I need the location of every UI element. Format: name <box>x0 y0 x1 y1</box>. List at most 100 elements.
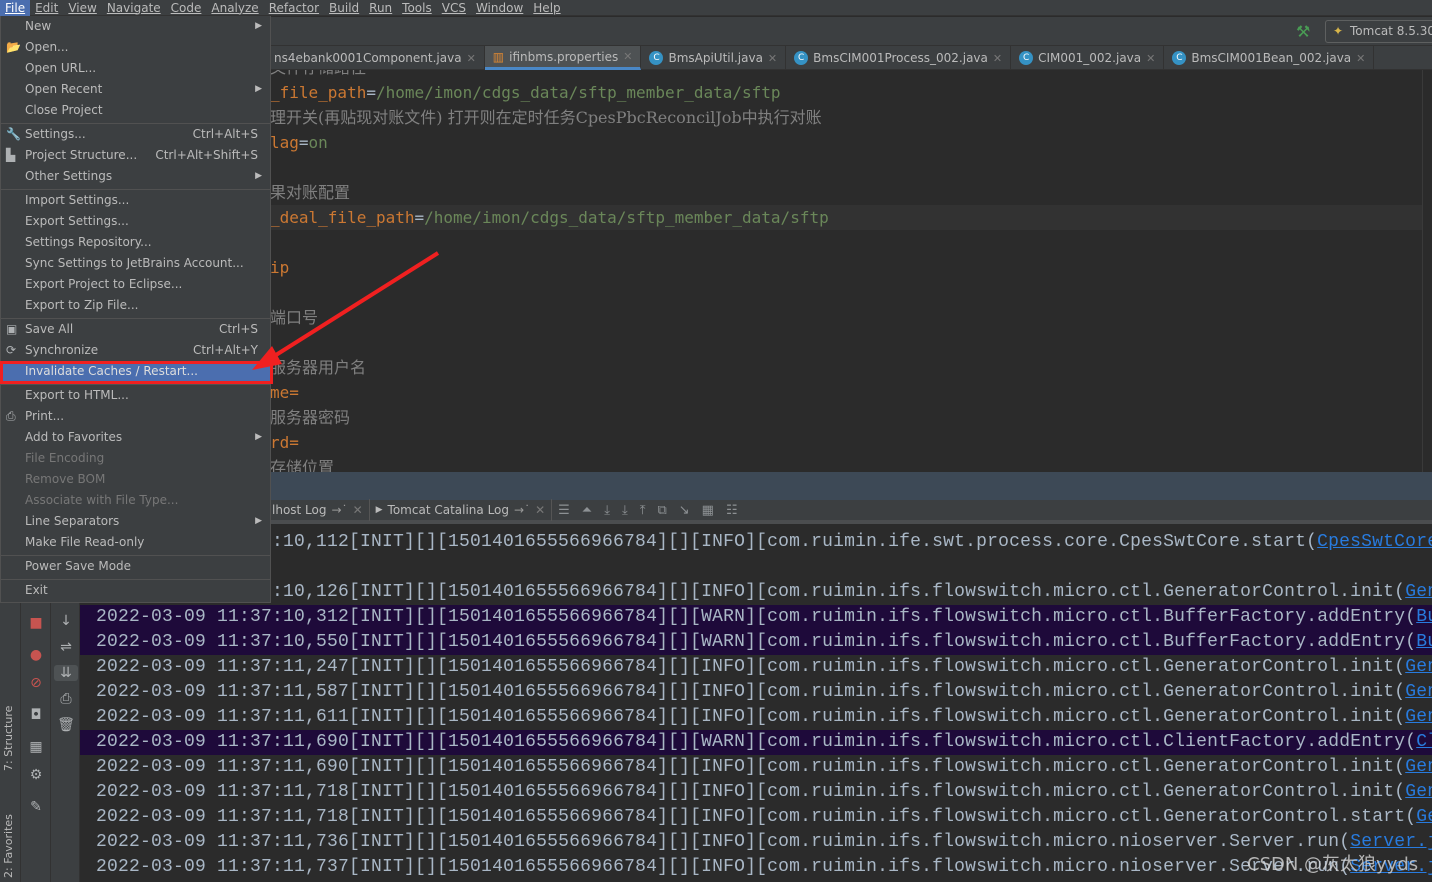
menu-item-open-recent[interactable]: Open Recent ▶ <box>1 79 270 100</box>
menu-item-settings[interactable]: 🔧 Settings... Ctrl+Alt+S <box>1 124 270 145</box>
menu-navigate[interactable]: Navigate <box>102 0 166 16</box>
menu-item-line-separators[interactable]: Line Separators ▶ <box>1 511 270 532</box>
menu-item-import-settings[interactable]: Import Settings... <box>1 190 270 211</box>
scroll-to-end-icon[interactable]: ⇊ <box>54 665 78 681</box>
source-link[interactable]: Gen <box>1405 782 1432 802</box>
menu-item-power-save-mode[interactable]: Power Save Mode <box>1 556 270 577</box>
import-icon[interactable]: ↘ <box>673 503 696 518</box>
tab-4[interactable]: C CIM001_002.java ✕ <box>1011 46 1165 70</box>
scroll-down-icon[interactable]: ↓ <box>51 613 81 629</box>
menu-window[interactable]: Window <box>471 0 528 16</box>
menu-build[interactable]: Build <box>324 0 364 16</box>
menu-file[interactable]: File <box>0 0 31 16</box>
run-tab-1[interactable]: ▶ Tomcat Catalina Log →˙ ✕ <box>370 499 553 521</box>
close-icon[interactable]: ✕ <box>768 52 777 65</box>
menu-vcs[interactable]: VCS <box>437 0 471 16</box>
menu-item-open-url[interactable]: Open URL... <box>1 58 270 79</box>
menu-item-export-project-to-eclipse[interactable]: Export Project to Eclipse... <box>1 274 270 295</box>
menu-item-project-structure[interactable]: ▙ Project Structure... Ctrl+Alt+Shift+S <box>1 145 270 166</box>
scroll-up-icon[interactable]: ⏶ <box>576 503 598 518</box>
tab-3[interactable]: C BmsCIM001Process_002.java ✕ <box>786 46 1012 70</box>
menu-item-settings-repository[interactable]: Settings Repository... <box>1 232 270 253</box>
close-icon[interactable]: ✕ <box>467 52 476 65</box>
menu-code[interactable]: Code <box>166 0 207 16</box>
close-icon[interactable]: ✕ <box>1146 52 1155 65</box>
menu-item-export-to-zip-file[interactable]: Export to Zip File... <box>1 295 270 316</box>
menu-item-exit[interactable]: Exit <box>1 580 270 601</box>
close-icon[interactable]: ✕ <box>993 52 1002 65</box>
print-icon[interactable]: ⎙ <box>51 691 81 707</box>
pin-icon[interactable]: ✎ <box>21 799 51 815</box>
menu-lines-icon[interactable]: ☰ <box>552 503 576 518</box>
favorites-tool-button[interactable]: 2: Favorites <box>2 814 15 878</box>
mute-breakpoints-icon[interactable]: ⊘ <box>21 675 51 691</box>
upload-icon[interactable]: ⤒ <box>634 503 652 518</box>
menu-help[interactable]: Help <box>528 0 565 16</box>
menu-edit[interactable]: Edit <box>30 0 63 16</box>
tab-1[interactable]: ▥ ifinbms.properties ✕ <box>484 46 642 70</box>
menu-item-export-settings[interactable]: Export Settings... <box>1 211 270 232</box>
structure-tool-button[interactable]: 7: Structure <box>2 706 15 771</box>
menu-item-synchronize[interactable]: ⟳ Synchronize Ctrl+Alt+Y <box>1 340 270 361</box>
menu-tools[interactable]: Tools <box>397 0 437 16</box>
source-link[interactable]: Bu <box>1416 632 1432 652</box>
compare-icon[interactable]: ☷ <box>720 503 744 518</box>
menu-run[interactable]: Run <box>364 0 397 16</box>
run-tab-0[interactable]: lhost Log →˙ ✕ <box>266 499 370 521</box>
tab-2[interactable]: C BmsApiUtil.java ✕ <box>641 46 787 70</box>
soft-wrap-icon[interactable]: ⇌ <box>51 639 81 655</box>
watermark: CSDN @灰太狼yyds <box>1247 854 1419 875</box>
source-link[interactable]: Gen <box>1405 707 1432 727</box>
run-config-dropdown[interactable]: ✦ Tomcat 8.5.30 <box>1325 20 1432 43</box>
editor-scrollbar[interactable] <box>1422 70 1432 472</box>
download-alt-icon[interactable]: ⤓ <box>616 503 634 518</box>
source-link[interactable]: CpesSwtCore <box>1317 532 1432 552</box>
source-link[interactable]: Gen <box>1405 757 1432 777</box>
layout-icon[interactable]: ▦ <box>21 739 51 755</box>
menu-item-other-settings[interactable]: Other Settings ▶ <box>1 166 270 187</box>
source-link[interactable]: Gen <box>1405 582 1432 602</box>
menu-item-print[interactable]: ⎙ Print... <box>1 406 270 427</box>
table-icon[interactable]: ▦ <box>696 503 720 518</box>
menu-view[interactable]: View <box>63 0 101 16</box>
console-log[interactable]: :10,112[INIT][][150140165556696678​4][][… <box>80 528 1432 882</box>
pin-tab-icon[interactable]: →˙ <box>332 503 348 517</box>
menu-item-new[interactable]: New ▶ <box>1 16 270 37</box>
source-link[interactable]: Gen <box>1405 682 1432 702</box>
editor[interactable]: 文件存储路径_file_path=/home/imon/cdgs_data/sf… <box>270 70 1422 472</box>
code-line: 存储位置 <box>270 455 1422 472</box>
log-text: 2022-03-09 11:37:11,737[INIT][][15014016… <box>96 857 1351 877</box>
view-breakpoints-icon[interactable]: ● <box>21 647 51 663</box>
build-hammer-icon[interactable]: ⚒ <box>1296 22 1310 41</box>
close-icon[interactable]: ✕ <box>623 50 632 63</box>
source-link[interactable]: Ge <box>1416 807 1432 827</box>
camera-icon[interactable]: ◘ <box>21 707 51 723</box>
tab-5[interactable]: C BmsCIM001Bean_002.java ✕ <box>1164 46 1375 70</box>
source-link[interactable]: Cl <box>1416 732 1432 752</box>
source-link[interactable]: Gen <box>1405 657 1432 677</box>
export-icon[interactable]: ⧉ <box>651 503 672 518</box>
comment: 服务器用户名 <box>270 358 367 377</box>
close-icon[interactable]: ✕ <box>353 503 363 517</box>
menu-item-save-all[interactable]: ▣ Save All Ctrl+S <box>1 319 270 340</box>
pin-tab-icon[interactable]: →˙ <box>514 503 530 517</box>
clear-trash-icon[interactable]: 🗑 <box>51 717 81 733</box>
menu-item-sync-settings-to-jetbrains-account[interactable]: Sync Settings to JetBrains Account... <box>1 253 270 274</box>
menu-item-add-to-favorites[interactable]: Add to Favorites ▶ <box>1 427 270 448</box>
menu-refactor[interactable]: Refactor <box>264 0 324 16</box>
settings-gear-icon[interactable]: ⚙ <box>21 767 51 783</box>
source-link[interactable]: Server.j <box>1350 832 1432 852</box>
menu-item-export-to-html[interactable]: Export to HTML... <box>1 385 270 406</box>
menu-item-close-project[interactable]: Close Project <box>1 100 270 121</box>
tab-0[interactable]: ns4ebank0001Component.java ✕ <box>266 46 485 70</box>
stop-icon[interactable]: ■ <box>21 615 51 631</box>
source-link[interactable]: Bu <box>1416 607 1432 627</box>
close-icon[interactable]: ✕ <box>535 503 545 517</box>
download-icon[interactable]: ⤓ <box>598 503 616 518</box>
menu-item-make-file-read-only[interactable]: Make File Read-only <box>1 532 270 553</box>
menu-analyze[interactable]: Analyze <box>206 0 263 16</box>
close-icon[interactable]: ✕ <box>1356 52 1365 65</box>
menu-item-open[interactable]: 📂 Open... <box>1 37 270 58</box>
